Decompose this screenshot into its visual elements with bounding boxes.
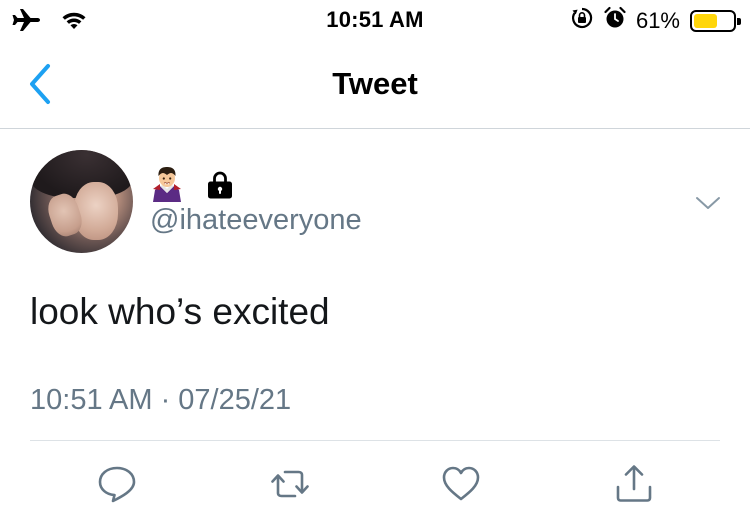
status-bar: 10:51 AM 61% [0, 0, 750, 40]
retweet-icon [271, 470, 309, 498]
share-button[interactable] [613, 463, 655, 505]
orientation-lock-icon [570, 6, 594, 36]
battery-percent: 61% [635, 8, 680, 33]
battery-icon [690, 10, 741, 32]
battery-fill [694, 14, 717, 28]
user-handle[interactable]: @ihateeveryone [150, 204, 362, 237]
status-right: 61% [570, 6, 741, 36]
divider [30, 440, 720, 441]
reply-icon [98, 466, 136, 503]
tweet-text: look who’s excited [30, 291, 330, 332]
nav-bar: Tweet [0, 40, 750, 129]
share-icon [616, 465, 652, 502]
retweet-button[interactable] [269, 463, 311, 505]
tweet-options-button[interactable] [693, 190, 723, 216]
alarm-icon [604, 6, 626, 36]
tweet-screen: 10:51 AM 61% Tweet @ihateeveryone look w… [0, 0, 750, 529]
battery-tip [737, 18, 741, 25]
page-title: Tweet [332, 66, 418, 101]
heart-icon [442, 466, 480, 501]
chevron-down-icon [696, 197, 720, 209]
like-button[interactable] [440, 463, 482, 505]
tweet-timestamp: 10:51 AM · 07/25/21 [30, 384, 292, 416]
reply-button[interactable] [96, 463, 138, 505]
lock-icon [206, 170, 234, 205]
vampire-emoji-icon [150, 166, 184, 209]
display-name[interactable] [150, 166, 234, 209]
avatar[interactable] [30, 150, 133, 253]
